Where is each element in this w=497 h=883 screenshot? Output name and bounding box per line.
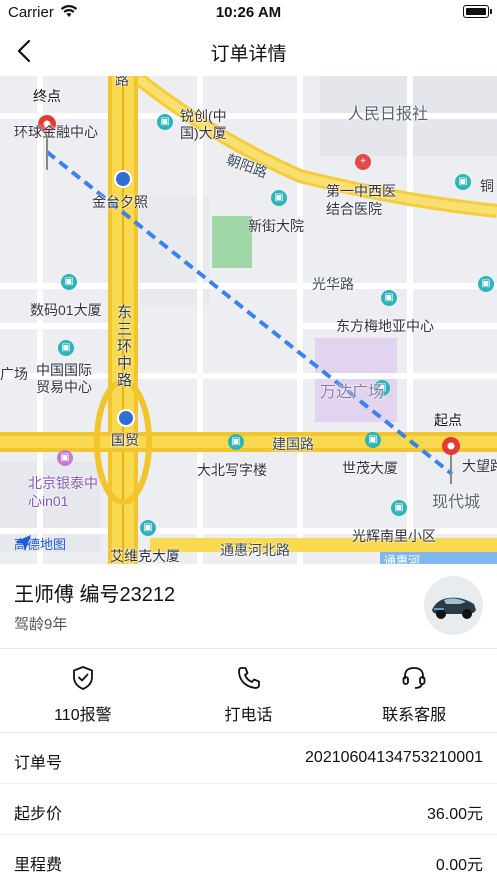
map-label: 万达广场 [320, 384, 385, 401]
map-label: 大北写字楼 [197, 462, 267, 478]
map-label: 东方梅地亚中心 [336, 318, 434, 334]
poi-icon: ▣ [58, 340, 74, 356]
battery-icon [463, 5, 492, 18]
order-details: 订单号 20210604134753210001 起步价 36.00元 里程费 … [0, 733, 497, 883]
metro-station-icon [117, 409, 135, 427]
customer-service-button[interactable]: 联系客服 [331, 649, 497, 732]
clock: 10:26 AM [215, 4, 282, 21]
nav-bar: 订单详情 [0, 26, 497, 76]
map-label: 北京银泰中心in01 [28, 475, 98, 509]
road-label: 通惠河北路 [220, 542, 290, 558]
map-label: 现代城 [432, 494, 481, 511]
map-label: 通惠河 [384, 554, 421, 564]
map-label: 大望路 [462, 458, 497, 474]
order-number-row: 订单号 20210604134753210001 [0, 733, 497, 784]
end-label: 终点 [33, 88, 61, 104]
row-key: 订单号 [14, 755, 63, 772]
road-label: 路 [115, 76, 129, 88]
road-label: 东三环中路 [115, 304, 132, 389]
map-label: 新街大院 [248, 218, 304, 234]
map-label: 中国国际贸易中心 [36, 362, 92, 395]
customer-service-label: 联系客服 [382, 707, 447, 724]
map-label: 环球金融中心 [14, 124, 98, 140]
map-label: 数码01大厦 [30, 302, 102, 318]
row-key: 里程费 [14, 857, 63, 874]
map-label: 光辉南里小区 [352, 528, 436, 544]
poi-icon: ▣ [140, 520, 156, 536]
action-bar: 110报警 打电话 联系客服 [0, 648, 497, 733]
map-label: 锐创(中国)大厦 [180, 108, 227, 141]
call-label: 打电话 [224, 707, 273, 724]
mileage-fee-row: 里程费 0.00元 [0, 835, 497, 883]
shield-check-icon [72, 666, 93, 690]
map-label: 广场 [0, 366, 28, 382]
row-value: 20210604134753210001 [305, 749, 483, 766]
row-value: 0.00元 [435, 857, 483, 874]
driver-name: 王师傅 编号23212 [14, 584, 176, 606]
row-value: 36.00元 [426, 806, 483, 823]
road-label: 光华路 [312, 276, 354, 292]
map-label: 艾维克大厦 [110, 548, 180, 564]
shopping-icon: ▣ [57, 450, 73, 466]
map-label: 世茂大厦 [342, 460, 398, 476]
map-label: 铜 [480, 178, 494, 194]
poi-icon: ▣ [365, 432, 381, 448]
route-map[interactable]: ▣ + ▣ ▣ ▣ ▣ ▣ ▣ ▣ ▣ ▣ ▣ ▣ ▣ 终点 起点 环球金融中心… [0, 76, 497, 564]
driver-avatar[interactable] [424, 576, 483, 635]
driver-card: 王师傅 编号23212 驾龄9年 [0, 564, 497, 648]
map-label: 金台夕照 [92, 194, 148, 210]
metro-station-icon [114, 170, 132, 188]
row-key: 起步价 [14, 806, 63, 823]
map-label: 人民日报社 [348, 106, 429, 123]
car-icon [424, 576, 483, 635]
poi-icon: ▣ [271, 190, 287, 206]
road-label: 建国路 [272, 436, 314, 452]
police-110-label: 110报警 [54, 707, 112, 724]
start-label: 起点 [434, 412, 462, 428]
headset-icon [402, 667, 426, 689]
poi-icon: ▣ [455, 174, 471, 190]
poi-icon: ▣ [228, 434, 244, 450]
poi-icon: ▣ [381, 290, 397, 306]
base-fare-row: 起步价 36.00元 [0, 784, 497, 835]
amap-logo-icon [15, 535, 31, 551]
call-button[interactable]: 打电话 [166, 649, 332, 732]
poi-icon: ▣ [391, 500, 407, 516]
poi-icon: ▣ [478, 276, 494, 292]
police-110-button[interactable]: 110报警 [0, 649, 166, 732]
status-bar: Carrier 10:26 AM [0, 0, 497, 26]
page-title: 订单详情 [210, 44, 287, 65]
driving-years: 驾龄9年 [14, 616, 68, 633]
poi-icon: ▣ [157, 114, 173, 130]
phone-icon [237, 667, 260, 689]
map-logo: 高德地图 [14, 534, 66, 553]
start-pin-icon[interactable] [440, 436, 462, 484]
map-label: 国贸 [111, 432, 139, 448]
poi-icon: ▣ [61, 274, 77, 290]
hospital-icon: + [355, 154, 371, 170]
map-label: 第一中西医结合医院 [326, 183, 396, 217]
